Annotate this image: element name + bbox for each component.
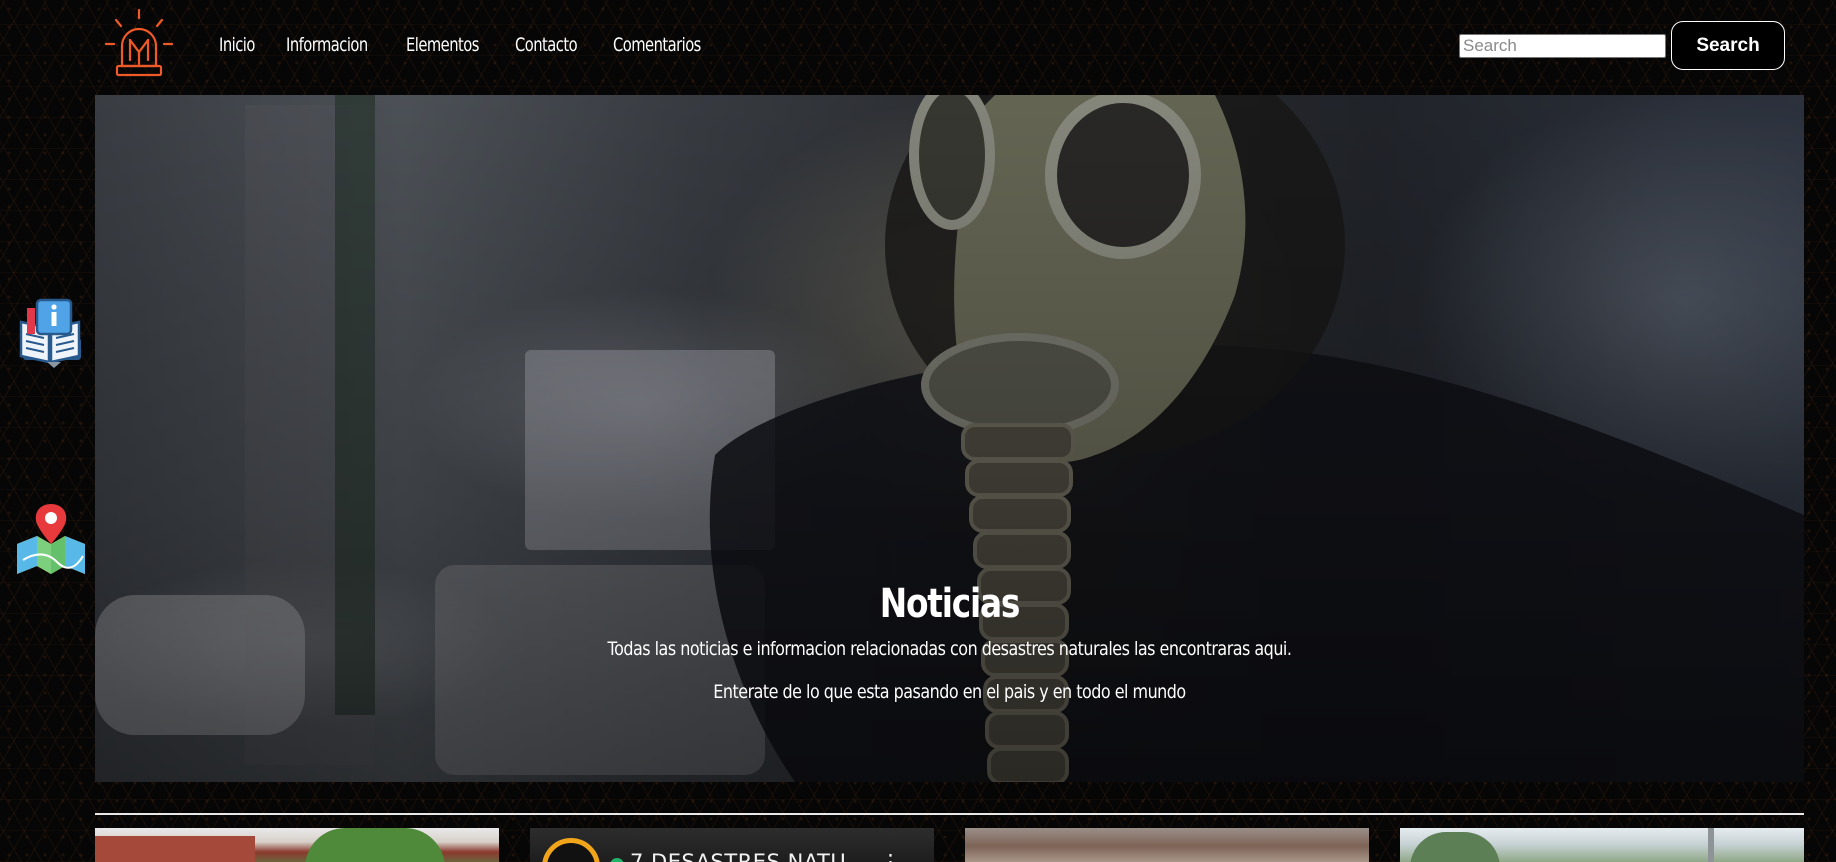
hero-subtitle-2: Enterate de lo que esta pasando en el pa… [713,681,1186,703]
news-card-1[interactable] [95,828,499,862]
hero-overlay [95,95,1804,782]
card-image-pole [1708,828,1714,862]
live-dot-icon [610,858,624,862]
nav-link-informacion[interactable]: Informacion [286,34,368,56]
info-book-icon[interactable] [13,294,89,370]
card-image-building [95,836,255,862]
nav-link-elementos[interactable]: Elementos [406,34,479,56]
section-divider [95,813,1804,815]
channel-logo-icon [542,838,600,862]
map-pin-icon[interactable] [13,500,89,576]
hero-banner: Noticias Todas las noticias e informacio… [95,95,1804,782]
card-image-tree [305,828,445,862]
top-navigation-bar: Inicio Informacion Elementos Contacto Co… [0,0,1836,92]
hero-title: Noticias [879,581,1021,627]
news-card-video[interactable]: 7 DESASTRES NATU... ⋮ [530,828,934,862]
nav-link-contacto[interactable]: Contacto [515,34,578,56]
more-options-icon[interactable]: ⋮ [880,850,901,862]
video-title: 7 DESASTRES NATU... [630,850,868,862]
nav-link-inicio[interactable]: Inicio [219,34,255,56]
nav-link-comentarios[interactable]: Comentarios [613,34,701,56]
search-input[interactable] [1459,34,1666,58]
hero-subtitle-1: Todas las noticias e informacion relacio… [607,638,1292,660]
siren-alarm-logo-icon[interactable] [100,6,178,84]
card-image-palm [1410,832,1500,862]
news-card-4[interactable] [1400,828,1804,862]
main-nav: Inicio Informacion Elementos Contacto Co… [219,34,740,56]
news-card-3[interactable] [965,828,1369,862]
search-button[interactable]: Search [1671,21,1785,70]
